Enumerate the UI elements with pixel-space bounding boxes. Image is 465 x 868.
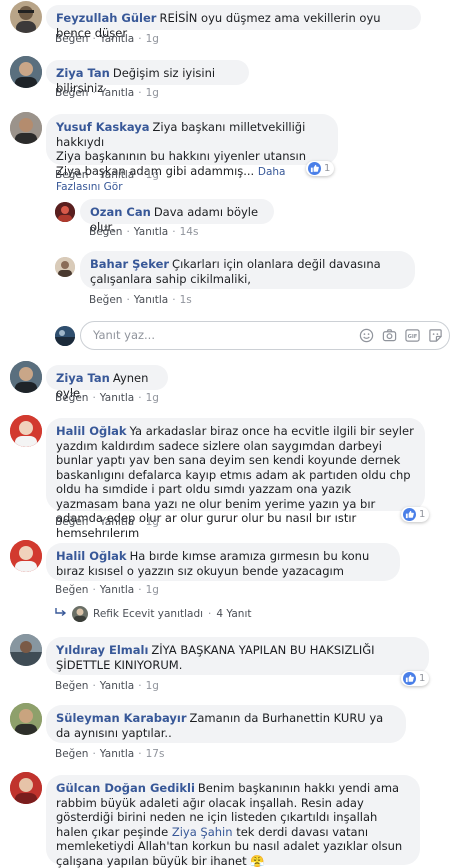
- comment-bubble: Bahar Şeker Çıkarları için olanlara değil…: [80, 251, 415, 289]
- avatar[interactable]: [10, 1, 42, 33]
- avatar: [55, 326, 75, 346]
- comment-author[interactable]: Süleyman Karabayır: [56, 711, 187, 725]
- like-button[interactable]: Beğen: [55, 87, 88, 99]
- reply-button[interactable]: Yanıtla: [134, 226, 168, 238]
- like-button[interactable]: Beğen: [89, 226, 122, 238]
- sticker-icon[interactable]: [428, 328, 443, 343]
- comment-actions: Beğen · Yanıtla · 1g: [55, 392, 159, 404]
- like-icon: [308, 162, 321, 175]
- timestamp[interactable]: 1g: [146, 87, 159, 99]
- timestamp[interactable]: 1g: [146, 680, 159, 692]
- camera-icon[interactable]: [382, 328, 397, 343]
- reply-button[interactable]: Yanıtla: [100, 680, 134, 692]
- reply-button[interactable]: Yanıtla: [100, 392, 134, 404]
- comment-author[interactable]: Ziya Tan: [56, 66, 110, 80]
- reply-button[interactable]: Yanıtla: [100, 748, 134, 760]
- reply-button[interactable]: Yanıtla: [100, 33, 134, 45]
- reply-input[interactable]: [91, 327, 345, 343]
- comment-bubble: Halil Oğlak Ha bırde kımse aramıza gırmes…: [46, 543, 400, 581]
- avatar[interactable]: [10, 415, 42, 447]
- avatar[interactable]: [10, 540, 42, 572]
- comment-author[interactable]: Halil Oğlak: [56, 549, 127, 563]
- svg-text:GIF: GIF: [408, 334, 418, 340]
- comment-author[interactable]: Halil Oğlak: [56, 424, 127, 438]
- comment-actions: Beğen · Yanıtla · 1g: [55, 516, 159, 528]
- comment-actions: Beğen · Yanıtla · 14s: [89, 226, 199, 238]
- reply-button[interactable]: Yanıtla: [100, 584, 134, 596]
- comment-bubble: Gülcan Doğan Gedikli Benim başkanının hak…: [46, 775, 420, 868]
- comment-author[interactable]: Bahar Şeker: [90, 257, 169, 271]
- reply-arrow-icon: [55, 607, 67, 621]
- like-button[interactable]: Beğen: [55, 516, 88, 528]
- comment-text: Ziya başkanının bu hakkını yiyenler utan…: [56, 149, 307, 163]
- comment-bubble: Süleyman Karabayır Zamanın da Burhanettin…: [46, 705, 406, 743]
- reply-button[interactable]: Yanıtla: [100, 169, 134, 181]
- comment-bubble: Feyzullah Güler REİSİN oyu düşmez ama vek…: [46, 5, 421, 40]
- comment-author[interactable]: Feyzullah Güler: [56, 11, 156, 25]
- emoji-icon[interactable]: [359, 328, 374, 343]
- timestamp[interactable]: 1g: [146, 516, 159, 528]
- timestamp[interactable]: 1s: [180, 294, 192, 306]
- comment-actions: Beğen · Yanıtla · 1g: [55, 680, 159, 692]
- reply-button[interactable]: Yanıtla: [100, 87, 134, 99]
- timestamp[interactable]: 1g: [146, 392, 159, 404]
- reply-count[interactable]: 4 Yanıt: [216, 608, 251, 620]
- comment-author[interactable]: Yusuf Kaskaya: [56, 120, 150, 134]
- like-icon: [403, 508, 416, 521]
- like-button[interactable]: Beğen: [55, 584, 88, 596]
- comment-bubble: Yıldıray Elmalı ZİYA BAŞKANA YAPILAN BU H…: [46, 637, 429, 675]
- timestamp[interactable]: 14s: [180, 226, 199, 238]
- avatar[interactable]: [10, 703, 42, 735]
- comment-actions: Beğen · Yanıtla · 1g: [55, 584, 159, 596]
- like-button[interactable]: Beğen: [55, 748, 88, 760]
- reply-button[interactable]: Yanıtla: [100, 516, 134, 528]
- gif-icon[interactable]: GIF: [405, 328, 420, 343]
- view-replies-link[interactable]: Refik Ecevit yanıtladı · 4 Yanıt: [55, 606, 252, 622]
- reply-button[interactable]: Yanıtla: [134, 294, 168, 306]
- like-button[interactable]: Beğen: [55, 680, 88, 692]
- timestamp[interactable]: 1g: [146, 584, 159, 596]
- like-button[interactable]: Beğen: [89, 294, 122, 306]
- like-icon: [403, 672, 416, 685]
- like-button[interactable]: Beğen: [55, 392, 88, 404]
- comment-actions: Beğen · Yanıtla · 1s: [89, 294, 192, 306]
- mention-link[interactable]: Ziya Şahin: [172, 825, 233, 839]
- avatar: [72, 606, 88, 622]
- like-button[interactable]: Beğen: [55, 169, 88, 181]
- timestamp[interactable]: 17s: [146, 748, 165, 760]
- timestamp[interactable]: 1g: [146, 33, 159, 45]
- comment-actions: Beğen · Yanıtla · 1g: [55, 33, 159, 45]
- like-button[interactable]: Beğen: [55, 33, 88, 45]
- reaction-count[interactable]: 1: [401, 671, 430, 686]
- comment-author[interactable]: Ziya Tan: [56, 371, 110, 385]
- comment-bubble: Ziya Tan Aynen oyle: [46, 365, 168, 400]
- comment-actions: Beğen · Yanıtla · 17s: [55, 748, 165, 760]
- comment-author[interactable]: Yıldıray Elmalı: [56, 643, 148, 657]
- comment-author[interactable]: Gülcan Doğan Gedikli: [56, 781, 195, 795]
- avatar[interactable]: [10, 112, 42, 144]
- avatar[interactable]: [10, 361, 42, 393]
- comment-bubble: Ozan Can Dava adamı böyle olur.: [80, 199, 274, 234]
- comment-actions: Beğen · Yanıtla · 1g: [55, 87, 159, 99]
- comment-author[interactable]: Ozan Can: [90, 205, 151, 219]
- comment-bubble: Halil Oğlak Ya arkadaslar biraz once ha e…: [46, 418, 425, 540]
- comment-bubble: Ziya Tan Değişim siz iyisini bilirsiniz: [46, 60, 249, 95]
- reaction-count[interactable]: 1: [401, 507, 430, 522]
- avatar[interactable]: [10, 56, 42, 88]
- replied-by-text[interactable]: Refik Ecevit yanıtladı: [93, 608, 203, 620]
- avatar[interactable]: [10, 772, 42, 804]
- composer-icons: GIF: [359, 328, 443, 343]
- avatar[interactable]: [55, 257, 75, 277]
- avatar[interactable]: [10, 634, 42, 666]
- reply-composer[interactable]: GIF: [80, 321, 450, 350]
- timestamp[interactable]: 1g: [146, 169, 159, 181]
- comment-actions: Beğen · Yanıtla · 1g: [55, 169, 159, 181]
- avatar[interactable]: [55, 202, 75, 222]
- reaction-count[interactable]: 1: [306, 161, 335, 176]
- comment-bubble: Yusuf Kaskaya Ziya başkanı milletvekilliğ…: [46, 114, 338, 193]
